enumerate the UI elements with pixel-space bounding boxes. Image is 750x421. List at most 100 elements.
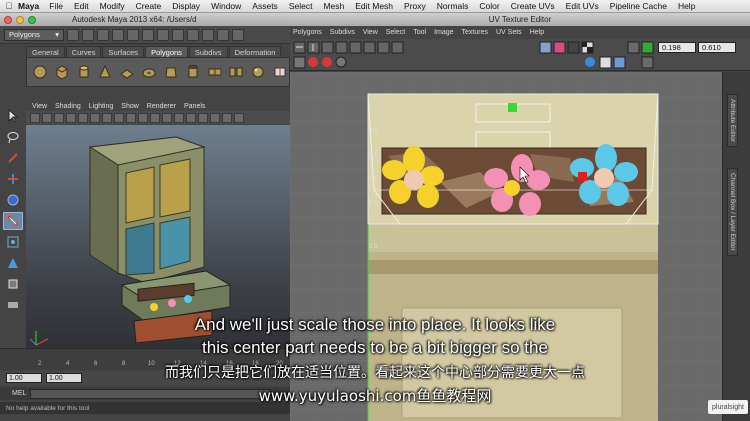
new-scene-icon[interactable] — [67, 28, 79, 41]
uv-menu-view[interactable]: View — [363, 29, 378, 36]
menu-window[interactable]: Window — [211, 1, 241, 11]
v-value-field[interactable]: 0.610 — [698, 42, 736, 53]
select-object-icon[interactable] — [127, 28, 139, 41]
grid-icon[interactable] — [78, 112, 88, 123]
select-component-icon[interactable] — [142, 28, 154, 41]
last-tool-icon[interactable] — [3, 296, 23, 314]
u-value-field[interactable]: 0.198 — [658, 42, 696, 53]
rotate-tool-icon[interactable] — [3, 191, 23, 209]
poly-plane-icon[interactable] — [118, 63, 136, 82]
shelf-tab-curves[interactable]: Curves — [65, 46, 102, 57]
uv-menu-textures[interactable]: Textures — [462, 29, 488, 36]
attribute-editor-tab[interactable]: Attribute Editor — [727, 94, 738, 147]
menu-pipeline-cache[interactable]: Pipeline Cache — [610, 1, 667, 11]
shelf-tab-subdivs[interactable]: Subdivs — [188, 46, 228, 57]
menu-normals[interactable]: Normals — [437, 1, 469, 11]
viewport-menu-panels[interactable]: Panels — [184, 103, 205, 110]
poly-cone-icon[interactable] — [96, 63, 114, 82]
menu-color[interactable]: Color — [479, 1, 499, 11]
minimize-icon[interactable] — [16, 15, 24, 24]
poly-torus-icon[interactable] — [140, 63, 158, 82]
snap-curve-icon[interactable] — [172, 28, 184, 41]
apple-icon[interactable]:  — [0, 1, 18, 11]
separate-icon[interactable] — [227, 63, 245, 82]
menu-assets[interactable]: Assets — [252, 1, 278, 11]
poly-pipe-icon[interactable] — [184, 63, 202, 82]
camera-attributes-icon[interactable] — [42, 112, 52, 123]
poly-cube-icon[interactable] — [53, 63, 71, 82]
poly-cylinder-icon[interactable] — [75, 63, 93, 82]
wireframe-icon[interactable] — [150, 112, 160, 123]
combine-icon[interactable] — [206, 63, 224, 82]
app-menu[interactable]: Maya — [18, 1, 39, 11]
shadows-icon[interactable] — [210, 112, 220, 123]
viewport-menu-view[interactable]: View — [32, 103, 47, 110]
menu-create[interactable]: Create — [136, 1, 162, 11]
channel-box-tab[interactable]: Channel Box / Layer Editor — [727, 168, 738, 256]
poly-prism-icon[interactable] — [162, 63, 180, 82]
select-tool-icon[interactable] — [3, 107, 23, 125]
menu-display[interactable]: Display — [172, 1, 200, 11]
snap-point-icon[interactable] — [187, 28, 199, 41]
xray-icon[interactable] — [222, 112, 232, 123]
film-gate-icon[interactable] — [90, 112, 100, 123]
uv-menu-subdivs[interactable]: Subdivs — [330, 29, 355, 36]
save-scene-icon[interactable] — [97, 28, 109, 41]
camera-icon[interactable] — [30, 112, 40, 123]
uv-menu-tool[interactable]: Tool — [413, 29, 426, 36]
menu-edit-uvs[interactable]: Edit UVs — [566, 1, 599, 11]
render-settings-icon[interactable] — [232, 28, 244, 41]
uv-menu-uv-sets[interactable]: UV Sets — [496, 29, 522, 36]
safe-action-icon[interactable] — [138, 112, 148, 123]
use-lights-icon[interactable] — [198, 112, 208, 123]
menu-file[interactable]: File — [49, 1, 63, 11]
menu-help[interactable]: Help — [678, 1, 695, 11]
close-icon[interactable] — [4, 15, 12, 24]
poly-sphere-icon[interactable] — [31, 63, 49, 82]
gate-mask-icon[interactable] — [114, 112, 124, 123]
show-manipulator-icon[interactable] — [3, 275, 23, 293]
textured-icon[interactable] — [186, 112, 196, 123]
scale-tool-icon[interactable] — [3, 212, 23, 230]
menu-edit-mesh[interactable]: Edit Mesh — [355, 1, 393, 11]
shelf-tab-polygons[interactable]: Polygons — [145, 46, 188, 57]
lasso-tool-icon[interactable] — [3, 128, 23, 146]
viewport-menu-lighting[interactable]: Lighting — [89, 103, 114, 110]
select-hierarchy-icon[interactable] — [112, 28, 124, 41]
smooth-shade-icon[interactable] — [162, 112, 172, 123]
shelf-tab-surfaces[interactable]: Surfaces — [102, 46, 145, 57]
uv-menu-select[interactable]: Select — [386, 29, 405, 36]
isolate-select-icon[interactable] — [234, 112, 244, 123]
viewport-menu-shading[interactable]: Shading — [55, 103, 81, 110]
shelf-tab-general[interactable]: General — [26, 46, 65, 57]
mirror-icon[interactable] — [271, 63, 289, 82]
universal-manipulator-icon[interactable] — [3, 233, 23, 251]
move-tool-icon[interactable] — [3, 170, 23, 188]
menu-select[interactable]: Select — [289, 1, 313, 11]
viewport-menu-renderer[interactable]: Renderer — [147, 103, 176, 110]
menu-proxy[interactable]: Proxy — [404, 1, 426, 11]
soft-mod-icon[interactable] — [3, 254, 23, 272]
resolution-gate-icon[interactable] — [102, 112, 112, 123]
zoom-icon[interactable] — [28, 15, 36, 24]
open-scene-icon[interactable] — [82, 28, 94, 41]
field-chart-icon[interactable] — [126, 112, 136, 123]
uv-menu-polygons[interactable]: Polygons — [293, 29, 322, 36]
menu-modify[interactable]: Modify — [100, 1, 125, 11]
menu-mesh[interactable]: Mesh — [323, 1, 344, 11]
paint-select-icon[interactable] — [3, 149, 23, 167]
smooth-icon[interactable] — [249, 63, 267, 82]
snap-grid-icon[interactable] — [157, 28, 169, 41]
shelf-tab-deformation[interactable]: Deformation — [228, 46, 282, 57]
wireframe-on-shaded-icon[interactable] — [174, 112, 184, 123]
image-plane-icon[interactable] — [66, 112, 76, 123]
menuset-dropdown[interactable]: Polygons ▾ — [4, 28, 64, 41]
uv-menu-image[interactable]: Image — [434, 29, 453, 36]
viewport-menu-show[interactable]: Show — [121, 103, 139, 110]
menu-edit[interactable]: Edit — [74, 1, 89, 11]
render-icon[interactable] — [202, 28, 214, 41]
bookmark-icon[interactable] — [54, 112, 64, 123]
menu-create-uvs[interactable]: Create UVs — [511, 1, 555, 11]
uv-menu-help[interactable]: Help — [530, 29, 544, 36]
ipr-render-icon[interactable] — [217, 28, 229, 41]
